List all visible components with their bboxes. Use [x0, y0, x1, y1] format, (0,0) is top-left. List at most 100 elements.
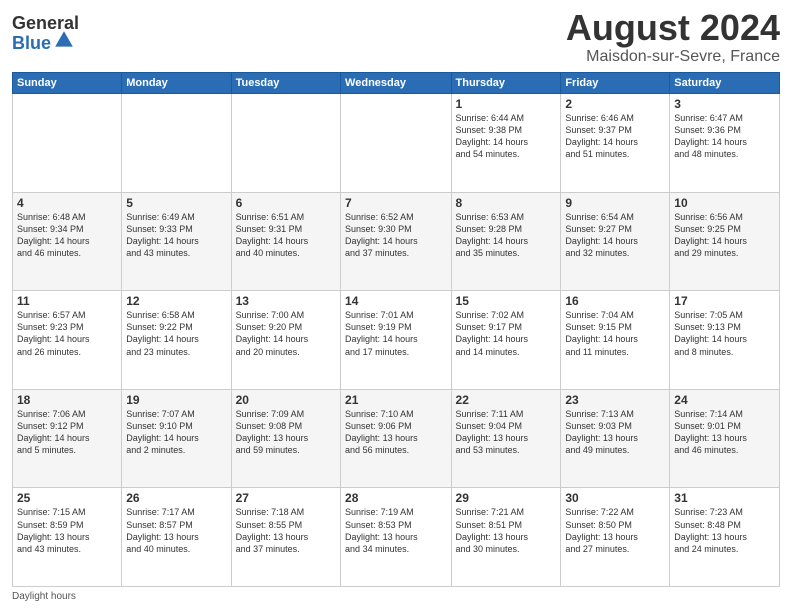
header-cell-saturday: Saturday — [670, 73, 780, 94]
day-number: 27 — [236, 491, 336, 505]
day-number: 14 — [345, 294, 446, 308]
day-number: 12 — [126, 294, 226, 308]
day-info: Sunrise: 6:46 AM Sunset: 9:37 PM Dayligh… — [565, 112, 665, 161]
day-info: Sunrise: 6:53 AM Sunset: 9:28 PM Dayligh… — [456, 211, 557, 260]
day-info: Sunrise: 7:22 AM Sunset: 8:50 PM Dayligh… — [565, 506, 665, 555]
calendar-header: SundayMondayTuesdayWednesdayThursdayFrid… — [13, 73, 780, 94]
day-info: Sunrise: 7:02 AM Sunset: 9:17 PM Dayligh… — [456, 309, 557, 358]
day-info: Sunrise: 7:13 AM Sunset: 9:03 PM Dayligh… — [565, 408, 665, 457]
day-number: 8 — [456, 196, 557, 210]
header: General Blue August 2024 Maisdon-sur-Sev… — [12, 10, 780, 66]
day-cell: 6Sunrise: 6:51 AM Sunset: 9:31 PM Daylig… — [231, 192, 340, 291]
day-info: Sunrise: 6:51 AM Sunset: 9:31 PM Dayligh… — [236, 211, 336, 260]
location: Maisdon-sur-Sevre, France — [566, 48, 780, 66]
day-number: 5 — [126, 196, 226, 210]
day-cell: 8Sunrise: 6:53 AM Sunset: 9:28 PM Daylig… — [451, 192, 561, 291]
calendar-table: SundayMondayTuesdayWednesdayThursdayFrid… — [12, 72, 780, 587]
day-cell: 16Sunrise: 7:04 AM Sunset: 9:15 PM Dayli… — [561, 291, 670, 390]
day-cell: 23Sunrise: 7:13 AM Sunset: 9:03 PM Dayli… — [561, 389, 670, 488]
header-cell-tuesday: Tuesday — [231, 73, 340, 94]
day-cell: 25Sunrise: 7:15 AM Sunset: 8:59 PM Dayli… — [13, 488, 122, 587]
day-number: 13 — [236, 294, 336, 308]
day-cell: 22Sunrise: 7:11 AM Sunset: 9:04 PM Dayli… — [451, 389, 561, 488]
day-info: Sunrise: 6:48 AM Sunset: 9:34 PM Dayligh… — [17, 211, 117, 260]
logo: General Blue — [12, 14, 79, 54]
header-cell-thursday: Thursday — [451, 73, 561, 94]
day-info: Sunrise: 6:58 AM Sunset: 9:22 PM Dayligh… — [126, 309, 226, 358]
day-cell: 30Sunrise: 7:22 AM Sunset: 8:50 PM Dayli… — [561, 488, 670, 587]
day-number: 2 — [565, 97, 665, 111]
day-info: Sunrise: 6:56 AM Sunset: 9:25 PM Dayligh… — [674, 211, 775, 260]
day-cell: 21Sunrise: 7:10 AM Sunset: 9:06 PM Dayli… — [341, 389, 451, 488]
calendar-body: 1Sunrise: 6:44 AM Sunset: 9:38 PM Daylig… — [13, 94, 780, 587]
day-info: Sunrise: 7:14 AM Sunset: 9:01 PM Dayligh… — [674, 408, 775, 457]
day-cell: 7Sunrise: 6:52 AM Sunset: 9:30 PM Daylig… — [341, 192, 451, 291]
day-cell — [13, 94, 122, 193]
day-info: Sunrise: 6:44 AM Sunset: 9:38 PM Dayligh… — [456, 112, 557, 161]
day-number: 15 — [456, 294, 557, 308]
day-number: 7 — [345, 196, 446, 210]
day-number: 17 — [674, 294, 775, 308]
day-cell: 17Sunrise: 7:05 AM Sunset: 9:13 PM Dayli… — [670, 291, 780, 390]
day-cell: 14Sunrise: 7:01 AM Sunset: 9:19 PM Dayli… — [341, 291, 451, 390]
day-cell: 1Sunrise: 6:44 AM Sunset: 9:38 PM Daylig… — [451, 94, 561, 193]
header-cell-wednesday: Wednesday — [341, 73, 451, 94]
day-info: Sunrise: 7:17 AM Sunset: 8:57 PM Dayligh… — [126, 506, 226, 555]
day-number: 10 — [674, 196, 775, 210]
logo-text: General Blue — [12, 14, 79, 54]
footer-label: Daylight hours — [12, 591, 76, 602]
day-info: Sunrise: 7:18 AM Sunset: 8:55 PM Dayligh… — [236, 506, 336, 555]
week-row-2: 4Sunrise: 6:48 AM Sunset: 9:34 PM Daylig… — [13, 192, 780, 291]
day-info: Sunrise: 7:21 AM Sunset: 8:51 PM Dayligh… — [456, 506, 557, 555]
day-cell: 27Sunrise: 7:18 AM Sunset: 8:55 PM Dayli… — [231, 488, 340, 587]
day-cell: 4Sunrise: 6:48 AM Sunset: 9:34 PM Daylig… — [13, 192, 122, 291]
day-cell: 2Sunrise: 6:46 AM Sunset: 9:37 PM Daylig… — [561, 94, 670, 193]
day-number: 24 — [674, 393, 775, 407]
day-number: 30 — [565, 491, 665, 505]
day-cell: 26Sunrise: 7:17 AM Sunset: 8:57 PM Dayli… — [122, 488, 231, 587]
day-number: 26 — [126, 491, 226, 505]
day-info: Sunrise: 6:52 AM Sunset: 9:30 PM Dayligh… — [345, 211, 446, 260]
day-cell: 31Sunrise: 7:23 AM Sunset: 8:48 PM Dayli… — [670, 488, 780, 587]
day-number: 23 — [565, 393, 665, 407]
day-info: Sunrise: 6:57 AM Sunset: 9:23 PM Dayligh… — [17, 309, 117, 358]
day-cell: 9Sunrise: 6:54 AM Sunset: 9:27 PM Daylig… — [561, 192, 670, 291]
week-row-4: 18Sunrise: 7:06 AM Sunset: 9:12 PM Dayli… — [13, 389, 780, 488]
header-cell-friday: Friday — [561, 73, 670, 94]
day-cell: 20Sunrise: 7:09 AM Sunset: 9:08 PM Dayli… — [231, 389, 340, 488]
day-cell — [231, 94, 340, 193]
day-cell: 19Sunrise: 7:07 AM Sunset: 9:10 PM Dayli… — [122, 389, 231, 488]
day-number: 19 — [126, 393, 226, 407]
footer: Daylight hours — [12, 591, 780, 602]
day-cell: 11Sunrise: 6:57 AM Sunset: 9:23 PM Dayli… — [13, 291, 122, 390]
logo-icon — [53, 29, 75, 51]
month-title: August 2024 — [566, 10, 780, 46]
week-row-1: 1Sunrise: 6:44 AM Sunset: 9:38 PM Daylig… — [13, 94, 780, 193]
day-number: 9 — [565, 196, 665, 210]
day-number: 29 — [456, 491, 557, 505]
day-info: Sunrise: 7:06 AM Sunset: 9:12 PM Dayligh… — [17, 408, 117, 457]
day-number: 16 — [565, 294, 665, 308]
day-info: Sunrise: 7:01 AM Sunset: 9:19 PM Dayligh… — [345, 309, 446, 358]
day-info: Sunrise: 7:04 AM Sunset: 9:15 PM Dayligh… — [565, 309, 665, 358]
day-number: 20 — [236, 393, 336, 407]
day-number: 18 — [17, 393, 117, 407]
day-info: Sunrise: 7:00 AM Sunset: 9:20 PM Dayligh… — [236, 309, 336, 358]
header-row: SundayMondayTuesdayWednesdayThursdayFrid… — [13, 73, 780, 94]
day-number: 3 — [674, 97, 775, 111]
day-number: 28 — [345, 491, 446, 505]
day-cell: 3Sunrise: 6:47 AM Sunset: 9:36 PM Daylig… — [670, 94, 780, 193]
day-number: 4 — [17, 196, 117, 210]
day-info: Sunrise: 7:19 AM Sunset: 8:53 PM Dayligh… — [345, 506, 446, 555]
day-cell: 13Sunrise: 7:00 AM Sunset: 9:20 PM Dayli… — [231, 291, 340, 390]
calendar: SundayMondayTuesdayWednesdayThursdayFrid… — [12, 72, 780, 587]
day-number: 31 — [674, 491, 775, 505]
day-info: Sunrise: 7:05 AM Sunset: 9:13 PM Dayligh… — [674, 309, 775, 358]
title-section: August 2024 Maisdon-sur-Sevre, France — [566, 10, 780, 66]
day-info: Sunrise: 6:49 AM Sunset: 9:33 PM Dayligh… — [126, 211, 226, 260]
page: General Blue August 2024 Maisdon-sur-Sev… — [0, 0, 792, 612]
day-cell: 18Sunrise: 7:06 AM Sunset: 9:12 PM Dayli… — [13, 389, 122, 488]
day-number: 6 — [236, 196, 336, 210]
day-info: Sunrise: 6:47 AM Sunset: 9:36 PM Dayligh… — [674, 112, 775, 161]
day-info: Sunrise: 7:10 AM Sunset: 9:06 PM Dayligh… — [345, 408, 446, 457]
